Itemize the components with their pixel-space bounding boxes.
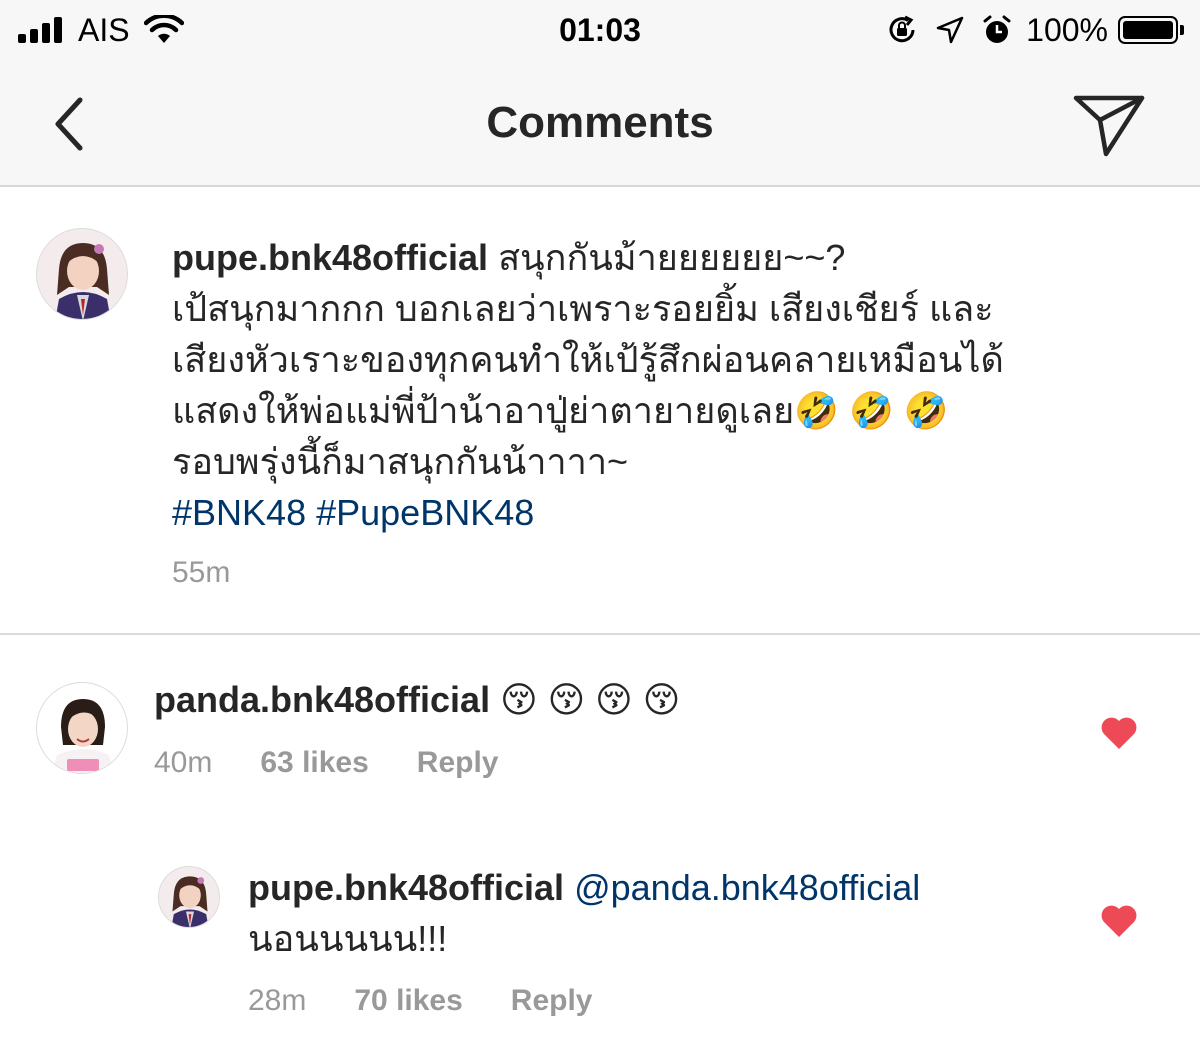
caption-line-5: รอบพรุ่งนี้ก็มาสนุกกันน้าาาา~ (172, 441, 629, 482)
comment-body: นอนนนนน!!! (248, 918, 448, 959)
comment-text: pupe.bnk48official @panda.bnk48official … (248, 862, 1068, 964)
heart-icon (1101, 717, 1137, 749)
nav-header: Comments (0, 64, 1200, 187)
caption-line: pupe.bnk48official สนุกกันม้ายยยยยย~~? (172, 232, 1172, 283)
reply-comment-item: pupe.bnk48official @panda.bnk48official … (0, 840, 1200, 1046)
reply-button[interactable]: Reply (511, 984, 593, 1018)
like-button[interactable] (1100, 904, 1138, 938)
battery-percent: 100% (1026, 12, 1108, 48)
comment-username[interactable]: panda.bnk48official (154, 679, 490, 720)
alarm-icon (982, 15, 1012, 45)
caption-time: 55m (172, 556, 231, 589)
caption-username[interactable]: pupe.bnk48official (172, 237, 488, 278)
page-title: Comments (486, 98, 714, 147)
heart-shape (1101, 905, 1137, 937)
reply-button[interactable]: Reply (417, 746, 499, 780)
avatar[interactable] (158, 866, 220, 928)
caption-line-4: แสดงให้พ่อแม่พี่ป้าน้าอาปู่ย่าตายายดูเลย… (172, 390, 949, 431)
avatar[interactable] (36, 682, 128, 774)
caption-meta: 55m (172, 556, 278, 590)
battery-tip (1180, 25, 1184, 35)
battery-icon (1118, 16, 1178, 44)
caption-hashtags: #BNK48 #PupeBNK48 (172, 487, 1172, 538)
comment-time: 28m (248, 984, 307, 1017)
caption: pupe.bnk48official สนุกกันม้ายยยยยย~~? เ… (0, 186, 1200, 632)
status-right: 100% (868, 10, 1184, 50)
status-bar: AIS 01:03 100% (0, 0, 1200, 64)
caption-text: pupe.bnk48official สนุกกันม้ายยยยยย~~? เ… (172, 232, 1172, 538)
heart-shape (1101, 717, 1137, 749)
caption-line-1: สนุกกันม้ายยยยยย~~? (498, 237, 846, 278)
comment-likes[interactable]: 63 likes (260, 746, 368, 780)
caption-line-2: เป้สนุกมากกก บอกเลยว่าเพราะรอยยิ้ม เสียง… (172, 288, 994, 329)
comment-item: panda.bnk48official 😚 😚 😚 😚 40m 63 likes… (0, 636, 1200, 806)
comment-time: 40m (154, 746, 213, 779)
caption-line-3: เสียงหัวเราะของทุกคนทำให้เป้รู้สึกผ่อนคล… (172, 339, 1004, 380)
comments-screen: AIS 01:03 100% Comments pupe.bnk48offici… (0, 0, 1200, 1046)
comment-username[interactable]: pupe.bnk48official (248, 867, 564, 908)
like-button[interactable] (1100, 716, 1138, 750)
rotation-lock-icon (886, 14, 918, 46)
divider (0, 633, 1200, 635)
direct-send-icon (1073, 95, 1145, 157)
avatar[interactable] (36, 228, 128, 320)
mention-link[interactable]: @panda.bnk48official (574, 867, 920, 908)
heart-icon (1101, 905, 1137, 937)
hashtag-link[interactable]: #BNK48 (172, 492, 306, 533)
comment-line: pupe.bnk48official @panda.bnk48official (248, 862, 1068, 913)
location-arrow-icon (936, 16, 964, 44)
hashtag-link[interactable]: #PupeBNK48 (316, 492, 534, 533)
comment-likes[interactable]: 70 likes (354, 984, 462, 1018)
comment-text: panda.bnk48official 😚 😚 😚 😚 (154, 674, 1054, 725)
comment-meta: 28m 70 likes Reply (248, 984, 641, 1018)
direct-send-button[interactable] (1070, 90, 1148, 160)
comment-body: 😚 😚 😚 😚 (500, 679, 681, 720)
comment-meta: 40m 63 likes Reply (154, 746, 547, 780)
